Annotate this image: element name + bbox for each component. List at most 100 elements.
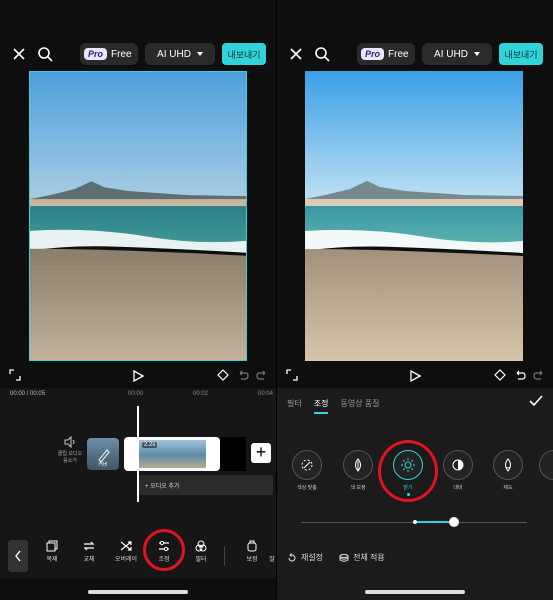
toolbar-divider: [224, 546, 225, 566]
replace-icon: [83, 541, 95, 551]
adjust-actions: 재설정 전체 적용: [287, 552, 385, 563]
adjust-contrast[interactable]: 대비: [442, 450, 474, 491]
mute-clip-audio-button[interactable]: 클립 오디오 음소거: [56, 435, 84, 464]
reset-button[interactable]: 재설정: [287, 552, 323, 563]
top-bar: Pro Free AI UHD 내보내기: [277, 40, 553, 68]
adjust-label: 대비: [453, 485, 463, 491]
current-time: 00:00: [10, 391, 26, 397]
reset-icon: [288, 552, 296, 561]
free-label: Free: [111, 48, 132, 60]
playback-controls: [277, 366, 553, 386]
tab-adjust[interactable]: 조정: [313, 398, 329, 414]
check-icon: [529, 395, 543, 407]
video-preview[interactable]: [29, 71, 247, 361]
tool-label: 보정: [246, 557, 258, 563]
redo-icon[interactable]: [255, 368, 269, 382]
add-audio-button[interactable]: + 오디오 추가: [139, 475, 273, 495]
playback-controls: [0, 366, 276, 386]
duplicate-icon: [46, 540, 58, 552]
brightness-slider-knob[interactable]: [449, 517, 459, 527]
close-icon[interactable]: [10, 45, 28, 63]
tab-video-quality[interactable]: 동영상 품질: [340, 398, 379, 414]
fullscreen-icon[interactable]: [8, 368, 22, 382]
tool-label: 교체: [83, 557, 95, 563]
home-indicator: [88, 590, 188, 594]
redo-icon[interactable]: [532, 368, 546, 382]
cover-thumbnail[interactable]: 커버: [87, 438, 119, 470]
home-indicator: [365, 590, 465, 594]
tool-replace[interactable]: 교체: [71, 540, 107, 574]
keyframe-icon[interactable]: [493, 368, 507, 382]
pro-badge: Pro: [361, 48, 385, 60]
tool-enhance[interactable]: 보정: [234, 540, 270, 574]
adjust-label: 색 보정: [350, 485, 366, 491]
playhead[interactable]: [137, 406, 139, 502]
overlay-icon: [120, 541, 132, 551]
export-button[interactable]: 내보내기: [222, 43, 266, 65]
adjust-tabs: 필터 조정 동영상 품질: [287, 398, 380, 414]
ruler-tick: 00:02: [193, 391, 209, 397]
chevron-down-icon: [196, 52, 203, 56]
filter-icon: [195, 540, 207, 552]
close-icon[interactable]: [287, 45, 305, 63]
add-clip-button[interactable]: +: [251, 443, 271, 463]
tool-label: 복제: [46, 557, 58, 563]
adjust-saturation[interactable]: 채도: [492, 450, 524, 491]
highlight-ring-adjust: [143, 529, 185, 571]
total-time: 00:05: [30, 391, 46, 397]
apply-all-label: 전체 적용: [353, 553, 385, 562]
brightness-slider-fill: [414, 521, 454, 523]
enhance-icon: [247, 540, 257, 552]
search-icon[interactable]: [36, 45, 54, 63]
pro-free-button[interactable]: Pro Free: [357, 43, 415, 65]
ai-uhd-dropdown[interactable]: AI UHD: [145, 43, 215, 65]
keyframe-icon[interactable]: [216, 368, 230, 382]
highlight-ring-brightness: [378, 440, 438, 502]
back-button[interactable]: [8, 540, 28, 572]
adjust-color-correct[interactable]: 색 보정: [342, 450, 374, 491]
adjust-color-match[interactable]: 색상 맞춤: [291, 450, 323, 491]
tab-filter[interactable]: 필터: [287, 398, 302, 414]
left-screen: Pro Free AI UHD 내보내기 00:00 / 00:05 00:00…: [0, 0, 276, 600]
tool-crop[interactable]: 잘: [266, 540, 276, 574]
add-audio-label: + 오디오 추가: [145, 483, 180, 490]
saturation-icon: [505, 458, 511, 472]
undo-icon[interactable]: [513, 368, 527, 382]
apply-all-icon: [339, 553, 349, 562]
cover-label: 커버: [98, 462, 108, 468]
ruler-tick: 00:00: [128, 391, 144, 397]
tool-filter[interactable]: 필터: [183, 540, 219, 574]
ai-uhd-dropdown[interactable]: AI UHD: [422, 43, 492, 65]
confirm-button[interactable]: [529, 394, 543, 412]
right-screen: Pro Free AI UHD 내보내기 필터 조정 동영상 품질 색상 맞춤 …: [277, 0, 553, 600]
pro-free-button[interactable]: Pro Free: [80, 43, 138, 65]
tool-label: 오버레이: [114, 557, 138, 563]
timeline[interactable]: 00:00 / 00:05 00:00 00:02 00:04 클립 오디오 음…: [0, 388, 276, 534]
contrast-icon: [452, 459, 464, 471]
pro-badge: Pro: [84, 48, 108, 60]
speaker-icon: [64, 435, 75, 449]
fullscreen-icon[interactable]: [285, 368, 299, 382]
play-icon[interactable]: [130, 368, 146, 384]
slider-center-marker: [413, 520, 417, 524]
tool-label: 잘: [269, 557, 275, 563]
chevron-down-icon: [473, 52, 480, 56]
adjust-label: 채도: [503, 485, 513, 491]
ruler-tick: 00:04: [258, 391, 274, 397]
ai-uhd-label: AI UHD: [157, 48, 191, 60]
tool-duplicate[interactable]: 복제: [34, 540, 70, 574]
export-button[interactable]: 내보내기: [499, 43, 543, 65]
color-correct-icon: [355, 458, 361, 472]
adjust-more[interactable]: [539, 450, 553, 480]
play-icon[interactable]: [407, 368, 423, 384]
tool-overlay[interactable]: 오버레이: [108, 540, 144, 574]
free-label: Free: [388, 48, 409, 60]
time-display: 00:00 / 00:05: [10, 391, 46, 397]
color-match-icon: [301, 459, 313, 471]
search-icon[interactable]: [313, 45, 331, 63]
clip-duration: 2.2s: [142, 442, 158, 448]
adjust-panel: 필터 조정 동영상 품질 색상 맞춤 색 보정 밝기 대비 채도 재설정 전체 …: [277, 388, 553, 600]
apply-all-button[interactable]: 전체 적용: [339, 552, 385, 563]
undo-icon[interactable]: [236, 368, 250, 382]
video-preview[interactable]: [305, 71, 523, 361]
